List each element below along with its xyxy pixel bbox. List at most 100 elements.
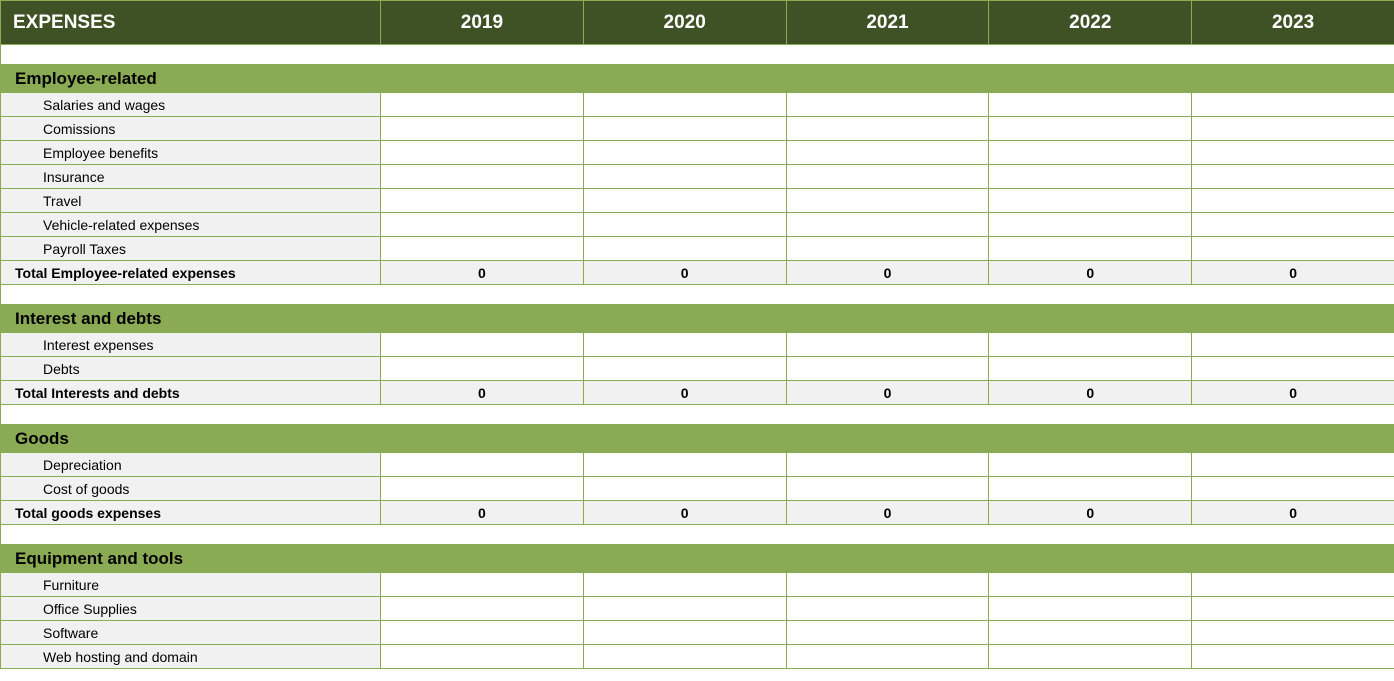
section-header: Goods	[1, 425, 1394, 453]
item-cell[interactable]	[989, 621, 1192, 645]
item-cell[interactable]	[381, 597, 584, 621]
item-cell[interactable]	[786, 117, 989, 141]
item-cell[interactable]	[989, 165, 1192, 189]
item-cell[interactable]	[989, 597, 1192, 621]
item-cell[interactable]	[1192, 621, 1394, 645]
item-cell[interactable]	[583, 93, 786, 117]
item-cell[interactable]	[786, 573, 989, 597]
item-cell[interactable]	[1192, 645, 1394, 669]
item-cell[interactable]	[583, 117, 786, 141]
item-cell[interactable]	[786, 453, 989, 477]
item-cell[interactable]	[583, 573, 786, 597]
item-cell[interactable]	[381, 237, 584, 261]
item-cell[interactable]	[786, 189, 989, 213]
item-cell[interactable]	[1192, 453, 1394, 477]
item-cell[interactable]	[1192, 189, 1394, 213]
item-cell[interactable]	[786, 165, 989, 189]
item-cell[interactable]	[1192, 213, 1394, 237]
item-cell[interactable]	[786, 621, 989, 645]
item-cell[interactable]	[786, 141, 989, 165]
total-cell: 0	[1192, 381, 1394, 405]
item-cell[interactable]	[786, 213, 989, 237]
item-cell[interactable]	[989, 573, 1192, 597]
item-cell[interactable]	[583, 165, 786, 189]
item-cell[interactable]	[381, 93, 584, 117]
item-cell[interactable]	[583, 357, 786, 381]
item-cell[interactable]	[989, 213, 1192, 237]
item-cell[interactable]	[381, 189, 584, 213]
item-cell[interactable]	[583, 237, 786, 261]
item-cell[interactable]	[1192, 477, 1394, 501]
item-cell[interactable]	[381, 621, 584, 645]
item-cell[interactable]	[381, 453, 584, 477]
item-cell[interactable]	[786, 93, 989, 117]
item-cell[interactable]	[381, 165, 584, 189]
item-cell[interactable]	[786, 477, 989, 501]
item-label: Interest expenses	[1, 333, 381, 357]
total-label: Total Interests and debts	[1, 381, 381, 405]
item-cell[interactable]	[989, 357, 1192, 381]
item-cell[interactable]	[786, 237, 989, 261]
item-cell[interactable]	[1192, 357, 1394, 381]
total-row: Total goods expenses 0 0 0 0 0	[1, 501, 1394, 525]
item-cell[interactable]	[989, 477, 1192, 501]
item-cell[interactable]	[1192, 237, 1394, 261]
total-row: Total Interests and debts 0 0 0 0 0	[1, 381, 1394, 405]
item-label: Debts	[1, 357, 381, 381]
item-row: Payroll Taxes	[1, 237, 1394, 261]
item-cell[interactable]	[989, 453, 1192, 477]
item-cell[interactable]	[989, 93, 1192, 117]
item-cell[interactable]	[381, 117, 584, 141]
item-cell[interactable]	[786, 333, 989, 357]
item-label: Cost of goods	[1, 477, 381, 501]
total-cell: 0	[381, 501, 584, 525]
item-cell[interactable]	[583, 213, 786, 237]
header-row: EXPENSES 2019 2020 2021 2022 2023	[1, 1, 1394, 45]
item-label: Web hosting and domain	[1, 645, 381, 669]
item-cell[interactable]	[989, 117, 1192, 141]
item-cell[interactable]	[989, 189, 1192, 213]
item-cell[interactable]	[381, 477, 584, 501]
item-cell[interactable]	[1192, 93, 1394, 117]
item-cell[interactable]	[583, 645, 786, 669]
item-cell[interactable]	[583, 597, 786, 621]
spacer-row	[1, 525, 1394, 545]
item-cell[interactable]	[1192, 141, 1394, 165]
item-cell[interactable]	[786, 357, 989, 381]
item-row: Vehicle-related expenses	[1, 213, 1394, 237]
item-cell[interactable]	[381, 141, 584, 165]
expenses-table: EXPENSES 2019 2020 2021 2022 2023 Employ…	[0, 0, 1394, 669]
item-label: Software	[1, 621, 381, 645]
item-row: Employee benefits	[1, 141, 1394, 165]
item-cell[interactable]	[583, 189, 786, 213]
item-cell[interactable]	[989, 237, 1192, 261]
item-label: Payroll Taxes	[1, 237, 381, 261]
item-cell[interactable]	[381, 645, 584, 669]
item-cell[interactable]	[381, 357, 584, 381]
item-cell[interactable]	[583, 477, 786, 501]
total-cell: 0	[1192, 501, 1394, 525]
spacer-row	[1, 285, 1394, 305]
item-cell[interactable]	[989, 645, 1192, 669]
item-cell[interactable]	[381, 573, 584, 597]
item-cell[interactable]	[583, 141, 786, 165]
item-label: Office Supplies	[1, 597, 381, 621]
item-cell[interactable]	[1192, 165, 1394, 189]
item-cell[interactable]	[786, 597, 989, 621]
item-cell[interactable]	[381, 333, 584, 357]
spacer-row	[1, 405, 1394, 425]
item-cell[interactable]	[583, 621, 786, 645]
item-cell[interactable]	[583, 453, 786, 477]
item-cell[interactable]	[381, 213, 584, 237]
item-cell[interactable]	[1192, 597, 1394, 621]
item-cell[interactable]	[1192, 117, 1394, 141]
item-cell[interactable]	[989, 333, 1192, 357]
item-cell[interactable]	[1192, 573, 1394, 597]
item-cell[interactable]	[1192, 333, 1394, 357]
item-row: Comissions	[1, 117, 1394, 141]
item-cell[interactable]	[583, 333, 786, 357]
spacer-row	[1, 45, 1394, 65]
item-cell[interactable]	[989, 141, 1192, 165]
item-row: Salaries and wages	[1, 93, 1394, 117]
item-cell[interactable]	[786, 645, 989, 669]
